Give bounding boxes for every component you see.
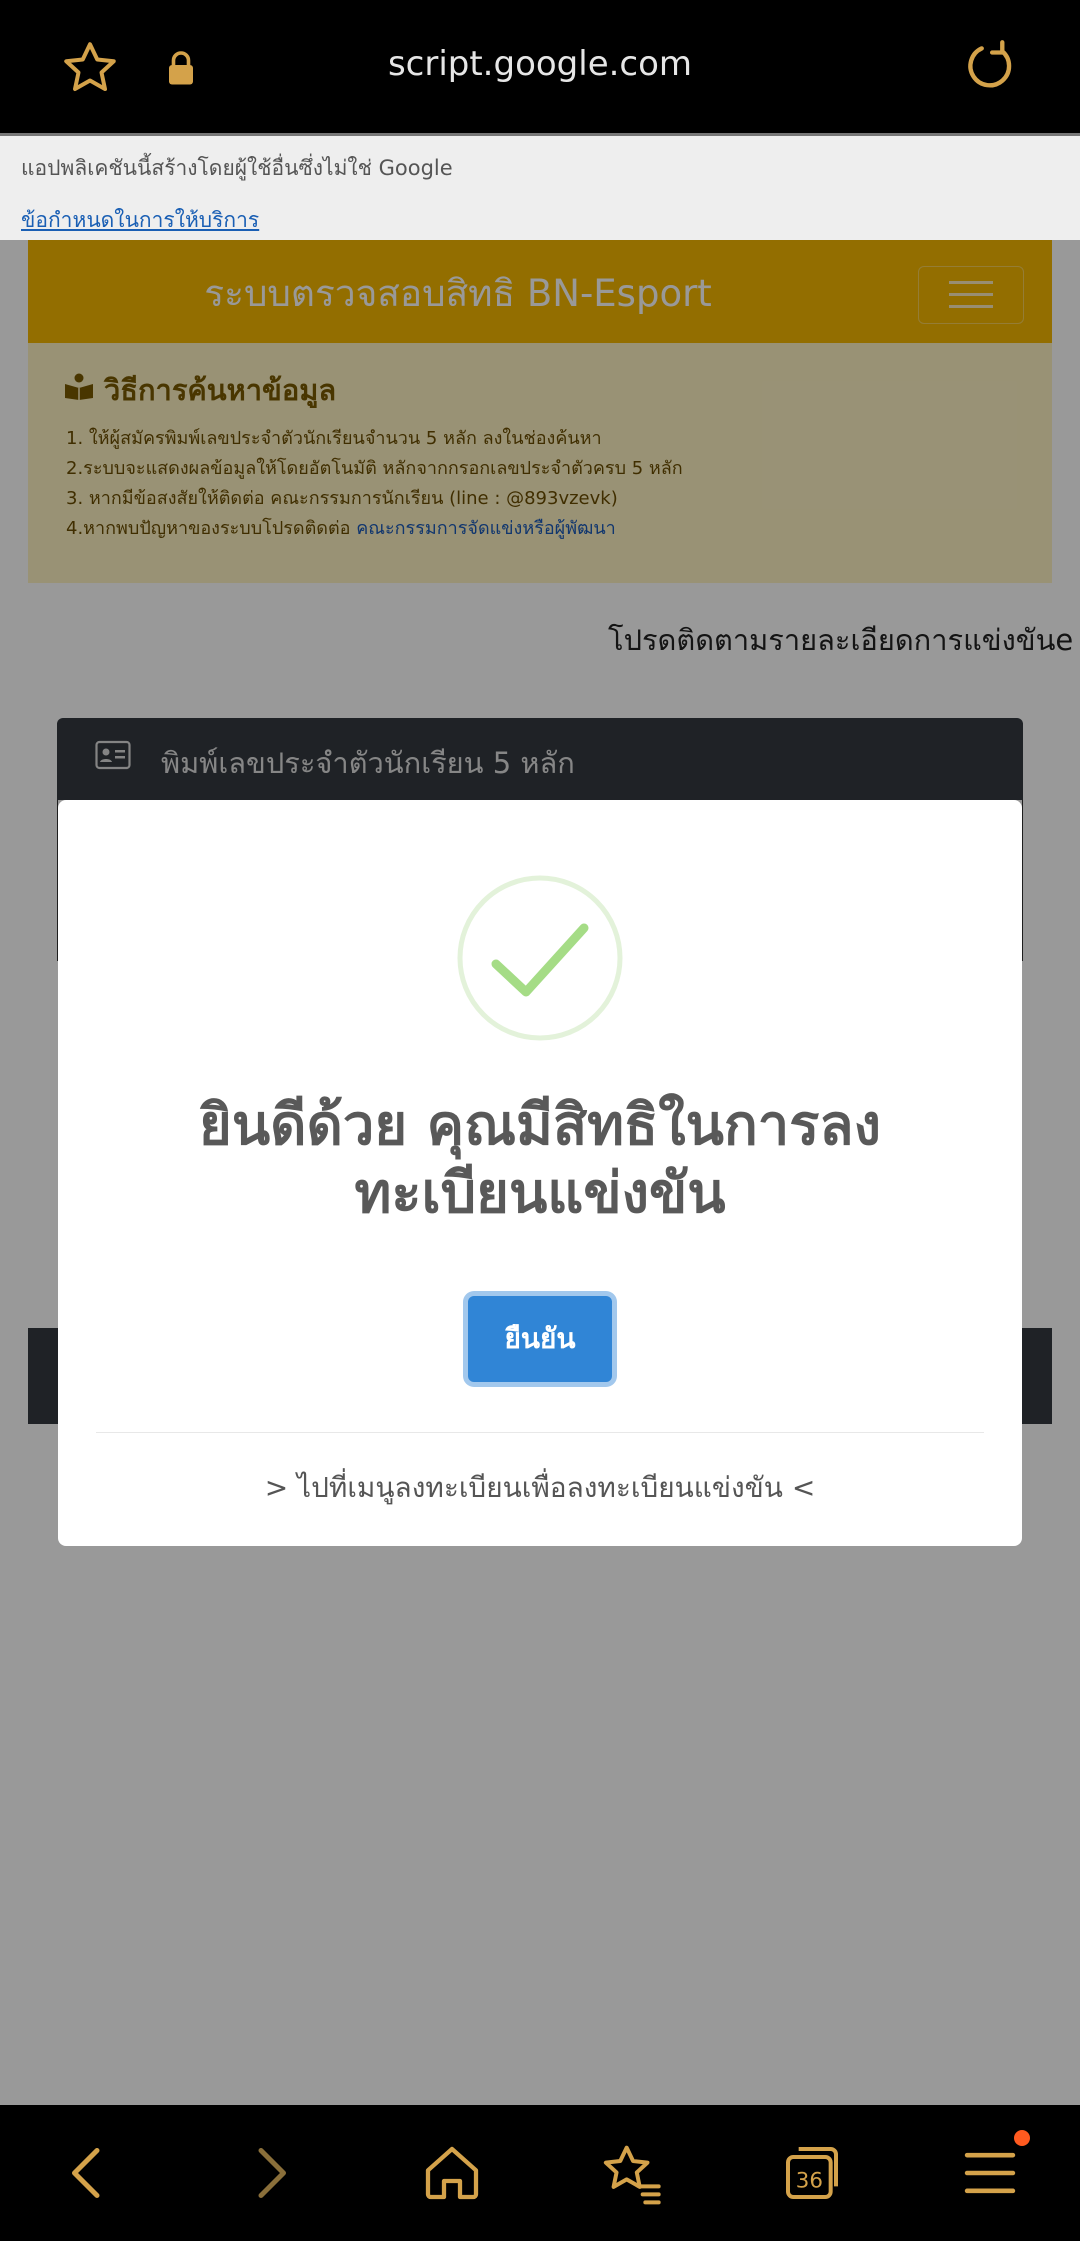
terms-link[interactable]: ข้อกำหนดในการให้บริการ	[21, 204, 259, 237]
menu-icon[interactable]	[962, 2141, 1018, 2209]
apps-script-banner: แอปพลิเคชันนี้สร้างโดยผู้ใช้อื่นซึ่งไม่ใ…	[0, 133, 1080, 243]
dialog-footer-text: > ไปที่เมนูลงทะเบียนเพื่อลงทะเบียนแข่งขั…	[264, 1471, 816, 1504]
banner-note: แอปพลิเคชันนี้สร้างโดยผู้ใช้อื่นซึ่งไม่ใ…	[21, 156, 453, 180]
success-message-line-2: ทะเบียนแข่งขัน	[354, 1161, 726, 1226]
success-message-line-1: ยินดีด้วย คุณมีสิทธิในการลง	[199, 1093, 881, 1158]
notification-dot	[1014, 2130, 1030, 2146]
success-dialog: ยินดีด้วย คุณมีสิทธิในการลง ทะเบียนแข่งข…	[58, 800, 1022, 1546]
reload-icon[interactable]	[960, 38, 1018, 100]
back-icon[interactable]	[62, 2141, 112, 2209]
tabs-icon[interactable]: 36	[780, 2141, 844, 2209]
browser-bottom-bar: 36	[0, 2105, 1080, 2241]
forward-icon[interactable]	[246, 2141, 296, 2209]
browser-top-bar: script.google.com	[0, 0, 1080, 133]
home-icon[interactable]	[420, 2141, 484, 2209]
success-message: ยินดีด้วย คุณมีสิทธิในการลง ทะเบียนแข่งข…	[58, 1092, 1022, 1228]
confirm-button[interactable]: ยืนยัน	[468, 1296, 612, 1382]
bookmarks-icon[interactable]	[600, 2141, 664, 2209]
url-bar[interactable]: script.google.com	[0, 44, 1080, 84]
success-check-icon	[456, 874, 624, 1046]
footer-divider	[96, 1432, 984, 1433]
tab-count: 36	[796, 2169, 823, 2194]
